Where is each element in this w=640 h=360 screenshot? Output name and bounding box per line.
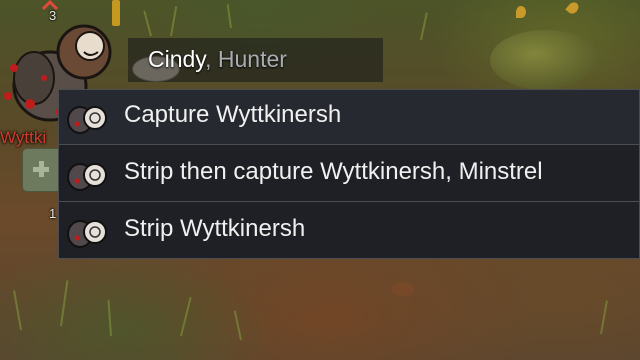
- medical-bed-icon: [22, 148, 62, 192]
- grass-tuft: [13, 290, 22, 331]
- colonist-name: Cindy: [148, 46, 206, 72]
- prisoner-capture-icon: [67, 163, 107, 191]
- pawn-stack-count: 1: [49, 206, 57, 221]
- grass-tuft: [420, 12, 428, 41]
- tooltip-separator: ,: [205, 46, 218, 72]
- menu-item-strip-then-capture[interactable]: Strip then capture Wyttkinersh, Minstrel: [59, 147, 639, 202]
- fallen-leaf: [516, 6, 526, 18]
- hostile-pawn-name: Wyttki: [0, 128, 47, 147]
- grass-tuft: [107, 300, 112, 337]
- context-menu: Capture Wyttkinersh Strip then capture W…: [58, 89, 640, 259]
- menu-item-label: Strip Wyttkinersh: [124, 215, 306, 242]
- menu-item-capture[interactable]: Capture Wyttkinersh: [59, 90, 639, 145]
- grass-tuft: [60, 280, 69, 327]
- colonist-role: Hunter: [217, 46, 287, 72]
- grass-tuft: [226, 4, 232, 29]
- prisoner-capture-icon: [67, 220, 107, 248]
- dirt-rock: [392, 282, 414, 296]
- prisoner-capture-icon: [67, 106, 107, 134]
- pawn-tooltip-text: Cindy, Hunter: [148, 46, 287, 73]
- grass-tuft: [143, 10, 152, 37]
- grass-tuft: [170, 6, 178, 37]
- menu-item-strip[interactable]: Strip Wyttkinersh: [59, 204, 639, 259]
- menu-item-label: Strip then capture Wyttkinersh, Minstrel: [124, 158, 543, 185]
- grass-tuft: [180, 296, 192, 337]
- menu-item-label: Capture Wyttkinersh: [124, 101, 342, 128]
- bush: [490, 30, 600, 90]
- grass-tuft: [600, 300, 608, 335]
- grass-tuft: [233, 310, 242, 341]
- fallen-leaf: [565, 0, 581, 16]
